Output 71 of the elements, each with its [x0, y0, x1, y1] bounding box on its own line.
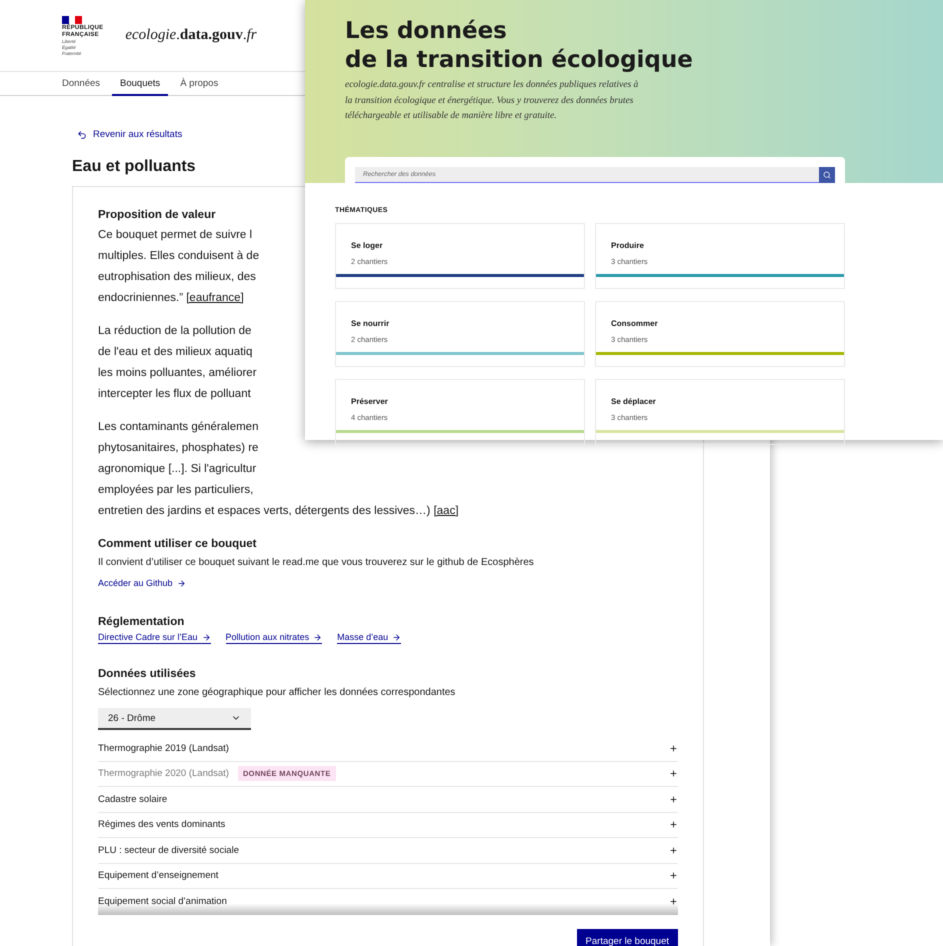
- flag-icon: [62, 16, 82, 24]
- dataset-label[interactable]: PLU : secteur de diversité sociale: [98, 844, 239, 856]
- usage-text: Il convient d’utiliser ce bouquet suivant le read.me que vous trouverez sur le github de Ecosphères: [98, 556, 534, 570]
- paragraph-line: entretien des jardins et espaces verts, détergents des lessives…) [aac]: [98, 504, 459, 519]
- section-heading: Réglementation: [98, 616, 184, 628]
- theme-name: Se nourrir: [351, 318, 390, 328]
- arrow-right-icon: [313, 632, 322, 642]
- back-link[interactable]: Revenir aux résultats: [72, 129, 182, 140]
- dataset-label[interactable]: Equipement social d’animation: [98, 896, 227, 908]
- share-button[interactable]: Partager le bouquet: [576, 928, 678, 946]
- search-icon: [823, 170, 831, 178]
- paragraph-line: Ce bouquet permet de suivre l: [98, 228, 252, 243]
- dataset-label[interactable]: Thermographie 2020 (Landsat): [98, 768, 229, 780]
- site-name[interactable]: ecologie.data.gouv.fr: [125, 27, 257, 44]
- plus-icon: [669, 871, 678, 880]
- paragraph-line: multiples. Elles conduisent à de: [98, 249, 260, 264]
- expand-button[interactable]: [669, 897, 678, 906]
- paragraph-line: endocriniennes.” [eaufrance]: [98, 291, 244, 306]
- page-title: Eau et polluants: [72, 158, 196, 176]
- plus-icon: [669, 897, 678, 906]
- paragraph-line: agronomique [...]. Si l'agricultur: [98, 462, 256, 477]
- section-heading: Proposition de valeur: [98, 209, 216, 221]
- plus-icon: [669, 846, 678, 855]
- hero-title: de la transition écologique: [345, 46, 694, 75]
- theme-name: Se loger: [351, 240, 384, 250]
- theme-name: Produire: [611, 240, 645, 250]
- nav-tab[interactable]: À propos: [172, 72, 226, 96]
- expand-button[interactable]: [669, 820, 678, 830]
- paragraph-line: intercepter les flux de polluant: [98, 387, 251, 402]
- arrow-right-icon: [202, 632, 211, 642]
- nav-tab[interactable]: Bouquets: [112, 72, 168, 96]
- paragraph-line: Les contaminants généralemen: [98, 420, 258, 435]
- plus-icon: [669, 820, 678, 830]
- source-link[interactable]: [eaufrance]: [186, 292, 244, 304]
- dataset-label[interactable]: Equipement d’enseignement: [98, 870, 218, 882]
- paragraph-line: de l'eau et des milieux aquatiq: [98, 345, 252, 360]
- paragraph-line: employées par les particuliers,: [98, 483, 254, 498]
- hero-title: Les données: [345, 17, 508, 46]
- paragraph-line: La réduction de la pollution de: [98, 324, 252, 339]
- dataset-label[interactable]: Thermographie 2019 (Landsat): [98, 742, 229, 754]
- theme-name: Se déplacer: [611, 396, 657, 406]
- expand-button[interactable]: [669, 871, 678, 880]
- undo-arrow-icon: [77, 130, 87, 140]
- regulation-link[interactable]: Masse d’eau: [337, 632, 402, 644]
- plus-icon: [669, 769, 678, 778]
- source-link[interactable]: [aac]: [434, 505, 459, 517]
- section-heading: Données utilisées: [98, 668, 196, 680]
- expand-button[interactable]: [669, 846, 678, 855]
- regulation-link[interactable]: Directive Cadre sur l’Eau: [98, 632, 211, 644]
- paragraph-line: eutrophisation des milieux, des: [98, 270, 256, 285]
- theme-name: Consommer: [611, 318, 659, 328]
- dataset-label[interactable]: Régimes des vents dominants: [98, 819, 226, 830]
- nav-tab[interactable]: Données: [62, 72, 108, 96]
- paragraph-line: les moins polluantes, améliorer: [98, 366, 257, 381]
- expand-button[interactable]: [669, 744, 678, 753]
- plus-icon: [669, 744, 678, 753]
- arrow-right-icon: [176, 578, 186, 588]
- expand-button[interactable]: [669, 794, 678, 804]
- zone-select[interactable]: 26 - Drôme: [98, 708, 251, 730]
- paragraph-line: phytosanitaires, phosphates) re: [98, 441, 258, 456]
- regulation-link[interactable]: Pollution aux nitrates: [226, 632, 322, 644]
- arrow-right-icon: [392, 632, 402, 642]
- plus-icon: [669, 794, 678, 804]
- dataset-label[interactable]: Cadastre solaire: [98, 794, 168, 805]
- github-link[interactable]: Accéder au Github: [98, 578, 186, 588]
- section-heading: Comment utiliser ce bouquet: [98, 538, 256, 550]
- instruction-text: Sélectionnez une zone géographique pour afficher les données correspondantes: [98, 686, 456, 700]
- theme-name: Préserver: [351, 396, 389, 406]
- expand-button[interactable]: [669, 769, 678, 778]
- intro-text: ecologie.data.gouv.fr centralise et structure les données publiques relatives à la transition écologique et énergétique. Vous y trouverez des données brutes téléchargeable et utilisable de manière libre et gratuite.: [345, 79, 640, 123]
- search-button[interactable]: [819, 166, 835, 182]
